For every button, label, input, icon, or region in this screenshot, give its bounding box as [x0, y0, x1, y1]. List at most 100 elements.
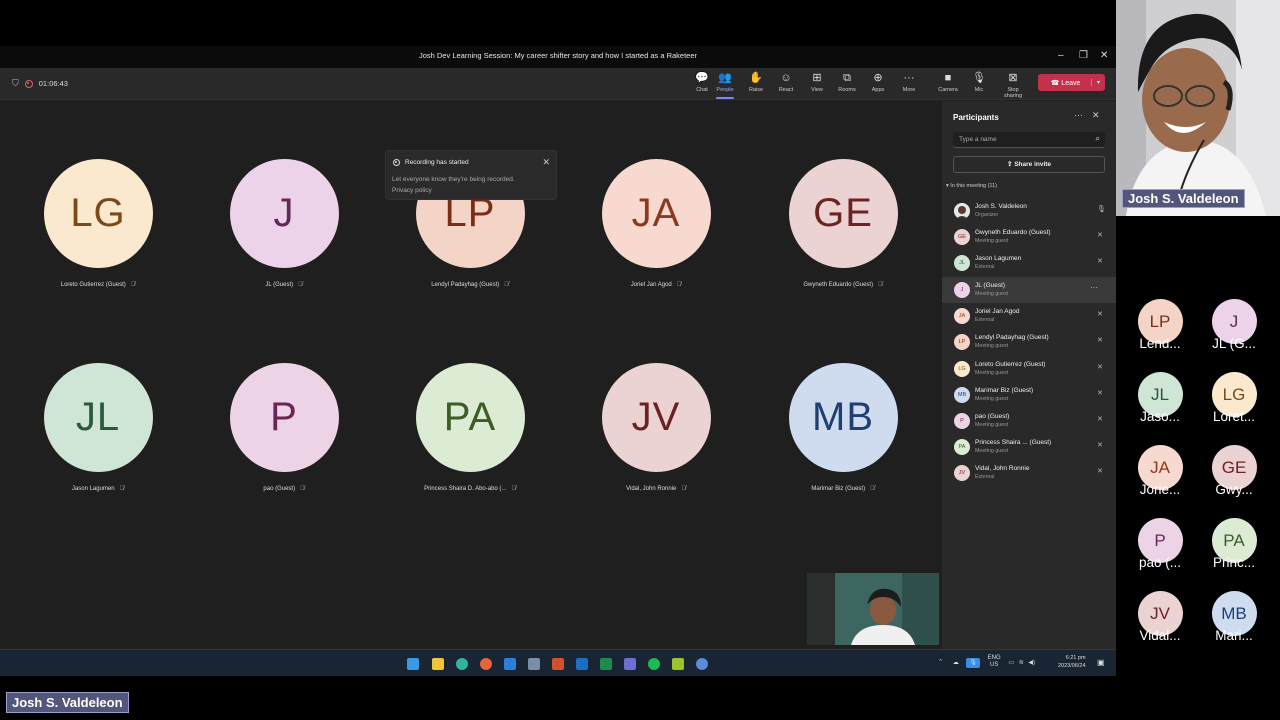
file-explorer-icon[interactable]	[432, 658, 444, 670]
participant-row[interactable]: Ppao (Guest) Meeting guest ✕	[942, 408, 1116, 434]
toolbar-more-button[interactable]: ··· More	[894, 72, 924, 93]
leave-button[interactable]: ☎ Leave ▾	[1038, 74, 1105, 91]
self-view-video[interactable]	[807, 573, 939, 645]
participant-row[interactable]: JL Jason Lagumen External ✕	[942, 250, 1116, 276]
avatar: LP	[954, 334, 970, 350]
windows-start-icon[interactable]	[407, 658, 419, 670]
video-tile[interactable]: JV Vidal, John Ronnie 🎙̸	[563, 363, 749, 492]
toolbar-view-button[interactable]: ⊞ View	[802, 72, 832, 93]
share-invite-button[interactable]: ⇪ Share invite	[953, 156, 1105, 173]
tile-name: pao (Guest)	[263, 486, 296, 492]
tile-name: Princess Shaira D. Abo-abo (...	[424, 486, 507, 492]
mic-muted-icon: 🎙̸	[298, 282, 303, 288]
toolbar-raise-button[interactable]: ✋ Raise	[741, 72, 771, 93]
chrome-icon[interactable]	[480, 658, 492, 670]
recording-dot-icon	[393, 159, 400, 166]
tile-label: Joriel Jan Agod 🎙̸	[563, 282, 749, 288]
minimize-icon[interactable]: –	[1058, 50, 1064, 61]
participant-name: Jason Lagumen	[975, 255, 1022, 262]
privacy-policy-link[interactable]: Privacy policy	[392, 187, 432, 194]
vscode-icon[interactable]	[504, 658, 516, 670]
toast-close-icon[interactable]: ✕	[542, 157, 550, 168]
toolbar-button-label: React	[778, 87, 794, 93]
participant-row[interactable]: JA Joriel Jan Agod External ✕	[942, 303, 1116, 329]
video-tile[interactable]: Ppao (Guest) 🎙̸	[191, 363, 377, 492]
participant-name: Gwyneth Eduardo (Guest)	[975, 229, 1051, 236]
taskbar-clock[interactable]: 6:21 pm 2023/06/24	[1058, 654, 1086, 670]
gallery-name: Mari...	[1215, 628, 1253, 643]
mic-muted-icon: ✕	[1097, 337, 1103, 344]
toolbar-button-label: People	[716, 87, 734, 93]
panel-more-icon[interactable]: ···	[1074, 110, 1083, 120]
outlook-icon[interactable]	[576, 658, 588, 670]
app-icon[interactable]	[696, 658, 708, 670]
participant-row[interactable]: LG Loreto Gutierrez (Guest) Meeting guest ✕	[942, 356, 1116, 382]
toolbar-camera-button[interactable]: ■ Camera	[933, 72, 963, 93]
share-invite-label: Share invite	[1014, 161, 1052, 168]
tray-chevron-up-icon[interactable]: ⌃	[938, 660, 943, 666]
notification-icon[interactable]: ▣	[1097, 658, 1105, 667]
toolbar-rooms-button[interactable]: ⧉ Rooms	[832, 72, 862, 93]
gallery-tile: JL Jaso...	[1130, 372, 1190, 424]
toolbar-apps-button[interactable]: ⊕ Apps	[863, 72, 893, 93]
participant-row[interactable]: Josh S. Valdeleon Organizer 🎙	[942, 198, 1116, 224]
participant-row[interactable]: J JL (Guest) Meeting guest ···	[942, 277, 1116, 303]
toolbar-mic-button[interactable]: 🎙 Mic	[964, 72, 994, 93]
tile-name: Loreto Gutierrez (Guest)	[60, 282, 126, 288]
tile-name: Lendyl Padayhag (Guest)	[431, 282, 500, 288]
participant-row[interactable]: LP Lendyl Padayhag (Guest) Meeting guest ✕	[942, 329, 1116, 355]
video-tile[interactable]: J JL (Guest) 🎙̸	[191, 159, 377, 288]
participant-row[interactable]: GE Gwyneth Eduardo (Guest) Meeting guest ✕	[942, 224, 1116, 250]
toolbar-people-button[interactable]: 👥 People	[710, 72, 740, 99]
participant-row[interactable]: MB Marimar Biz (Guest) Meeting guest ✕	[942, 382, 1116, 408]
edge-icon[interactable]	[456, 658, 468, 670]
settings-icon[interactable]	[528, 658, 540, 670]
teams-icon[interactable]	[624, 658, 636, 670]
tile-label: Vidal, John Ronnie 🎙̸	[563, 486, 749, 492]
powerpoint-icon[interactable]	[552, 658, 564, 670]
toolbar-react-button[interactable]: ☺ React	[771, 72, 801, 93]
participant-row[interactable]: JV Vidal, John Ronnie External ✕	[942, 460, 1116, 486]
tray-region[interactable]: US	[990, 662, 998, 668]
video-tile[interactable]: PA Princess Shaira D. Abo-abo (... 🎙̸	[377, 363, 563, 492]
close-window-icon[interactable]: ✕	[1100, 50, 1108, 61]
speaker-camera-feed	[1116, 0, 1280, 216]
toast-title: Recording has started	[405, 159, 469, 166]
excel-icon[interactable]	[600, 658, 612, 670]
tray-lang[interactable]: ENG	[988, 655, 1001, 661]
mic-muted-icon: 🎙̸	[511, 486, 516, 492]
participant-search-input[interactable]: Type a name ⌕	[953, 132, 1105, 148]
toolbar-button-label: Rooms	[838, 87, 856, 93]
leave-dropdown-chevron-icon[interactable]: ▾	[1091, 79, 1105, 86]
mic-muted-icon: ✕	[1097, 364, 1103, 371]
participant-name: Princess Shaira ... (Guest)	[975, 439, 1052, 446]
video-tile[interactable]: MB Marimar Biz (Guest) 🎙̸	[750, 363, 936, 492]
participant-role: Meeting guest	[975, 448, 1009, 454]
cloud-icon[interactable]: ☁	[953, 660, 959, 666]
video-tile[interactable]: GE Gwyneth Eduardo (Guest) 🎙̸	[750, 159, 936, 288]
spotify-icon[interactable]	[648, 658, 660, 670]
avatar: PA	[954, 439, 970, 455]
in-meeting-section[interactable]: ▾ In this meeting (11)	[946, 183, 997, 189]
wifi-icon[interactable]: ≋	[1019, 660, 1024, 666]
windows-taskbar: ⌃ ☁ 🎙 ENG US ▭ ≋ ◀) 6:21 pm 2023/06/24 ▣	[0, 649, 1116, 676]
participant-role: Meeting guest	[975, 370, 1009, 376]
avatar: JA	[601, 159, 711, 268]
toolbar-stop-sharing-button[interactable]: ⊠ Stop sharing	[998, 72, 1028, 99]
panel-close-icon[interactable]: ✕	[1092, 110, 1100, 121]
volume-icon[interactable]: ◀)	[1028, 660, 1035, 666]
video-tile[interactable]: JA Joriel Jan Agod 🎙̸	[563, 159, 749, 288]
video-tile[interactable]: JL Jason Lagumen 🎙̸	[5, 363, 191, 492]
maximize-icon[interactable]: ❐	[1079, 50, 1088, 61]
mic-tray-icon[interactable]: 🎙	[966, 657, 980, 668]
participant-more-icon[interactable]: ···	[1090, 283, 1098, 292]
participant-row[interactable]: PA Princess Shaira ... (Guest) Meeting gue…	[942, 434, 1116, 460]
tile-label: Lendyl Padayhag (Guest) 🎙̸	[377, 282, 563, 288]
media-player-icon[interactable]	[672, 658, 684, 670]
video-tile[interactable]: LG Loreto Gutierrez (Guest) 🎙̸	[5, 159, 191, 288]
avatar: P	[229, 363, 339, 472]
display-icon[interactable]: ▭	[1008, 660, 1014, 666]
speaker-name-tag: Josh S. Valdeleon	[1122, 189, 1245, 208]
participant-name: JL (Guest)	[975, 282, 1006, 289]
toolbar-button-label: Mic	[974, 87, 984, 93]
